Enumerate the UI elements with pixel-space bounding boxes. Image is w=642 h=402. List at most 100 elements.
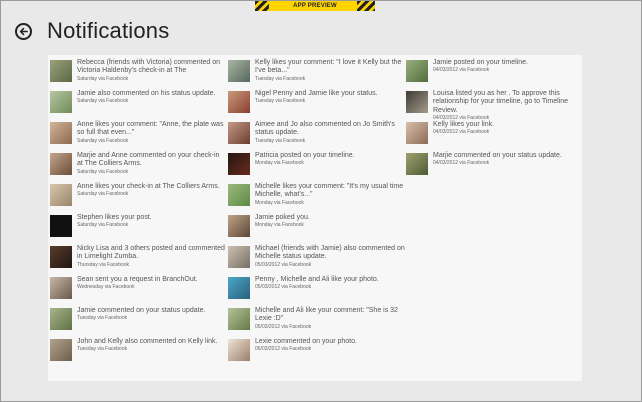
notification-text: Kelly likes your link. 04/03/2012 via Fac…	[433, 121, 583, 135]
notification-timestamp: Saturday via Facebook	[77, 98, 129, 105]
notifications-panel: Rebecca (friends with Victoria) commente…	[48, 55, 582, 381]
avatar[interactable]	[50, 277, 72, 299]
notification-item[interactable]: Nigel Penny and Jamie like your status. T…	[228, 90, 400, 121]
back-button[interactable]	[15, 23, 32, 40]
notification-item[interactable]: Kelly likes your link. 04/03/2012 via Fac…	[406, 121, 578, 152]
notification-timestamp: Tuesday via Facebook	[255, 137, 306, 144]
notification-item[interactable]: Lexie commented on your photo. 05/03/2012…	[228, 338, 400, 369]
notification-item[interactable]: Marjie and Anne commented on your check-…	[50, 152, 222, 183]
avatar[interactable]	[228, 153, 250, 175]
notification-message: Aimee and Jo also commented on Jo Smith'…	[255, 121, 395, 137]
notification-item[interactable]: Jamie also commented on his status updat…	[50, 90, 222, 121]
notification-text: Jamie poked you. Monday via Facebook	[255, 214, 405, 228]
notification-message: Rebecca (friends with Victoria) commente…	[77, 59, 221, 75]
notification-timestamp: Saturday via Facebook	[77, 222, 129, 229]
notification-timestamp: Wednesday via Facebook	[77, 284, 135, 291]
notification-message: Anne likes your check-in at The Colliers…	[77, 183, 220, 190]
notification-item[interactable]: Marjie commented on your status update. 0…	[406, 152, 578, 183]
notification-text: Jamie commented on your status update. Tu…	[77, 307, 227, 321]
avatar[interactable]	[50, 122, 72, 144]
avatar[interactable]	[228, 184, 250, 206]
notification-item[interactable]: Michelle likes your comment: "It's my us…	[228, 183, 403, 214]
avatar[interactable]	[406, 122, 428, 144]
notification-timestamp: 04/03/2012 via Facebook	[433, 160, 490, 167]
avatar[interactable]	[50, 91, 72, 113]
notification-timestamp: Monday via Facebook	[255, 199, 304, 206]
notification-item[interactable]: Michelle and Ali like your comment: "She…	[228, 307, 400, 338]
notification-timestamp: 04/03/2012 via Facebook	[433, 129, 490, 136]
notification-item[interactable]: Michael (friends with Jamie) also commen…	[228, 245, 405, 276]
notification-message: Michael (friends with Jamie) also commen…	[255, 245, 405, 261]
avatar[interactable]	[50, 60, 72, 82]
notification-text: Marjie and Anne commented on your check-…	[77, 152, 227, 175]
notification-timestamp: Saturday via Facebook	[77, 75, 129, 82]
notification-message: Nigel Penny and Jamie like your status.	[255, 90, 378, 97]
notification-message: Lexie commented on your photo.	[255, 338, 357, 345]
avatar[interactable]	[228, 122, 250, 144]
notification-text: Rebecca (friends with Victoria) commente…	[77, 59, 227, 82]
avatar[interactable]	[406, 153, 428, 175]
notification-message: Sean sent you a request in BranchOut.	[77, 276, 198, 283]
notification-item[interactable]: Jamie posted on your timeline. 04/03/2012…	[406, 59, 578, 90]
notification-message: Kelly likes your link.	[433, 121, 495, 128]
avatar[interactable]	[228, 246, 250, 268]
notification-item[interactable]: Nicky Lisa and 3 others posted and comme…	[50, 245, 225, 276]
notification-text: Jamie also commented on his status updat…	[77, 90, 227, 104]
avatar[interactable]	[406, 91, 428, 113]
avatar[interactable]	[50, 184, 72, 206]
avatar[interactable]	[406, 60, 428, 82]
avatar[interactable]	[50, 153, 72, 175]
notification-item[interactable]: Stephen likes your post. Saturday via Fac…	[50, 214, 222, 245]
notification-timestamp: 05/03/2012 via Facebook	[255, 346, 312, 353]
notification-message: Michelle and Ali like your comment: "She…	[255, 307, 398, 323]
app-preview-banner: APP PREVIEW	[255, 1, 375, 11]
notification-text: Lexie commented on your photo. 05/03/2012…	[255, 338, 405, 352]
notification-timestamp: Monday via Facebook	[255, 160, 304, 167]
notification-message: Stephen likes your post.	[77, 214, 152, 221]
notification-timestamp: Monday via Facebook	[255, 222, 304, 229]
notification-item[interactable]: Jamie poked you. Monday via Facebook	[228, 214, 400, 245]
notification-item[interactable]: Louisa listed you as her . To approve th…	[406, 90, 578, 121]
notification-item[interactable]: John and Kelly also commented on Kelly l…	[50, 338, 222, 369]
notification-text: Anne likes your check-in at The Colliers…	[77, 183, 227, 197]
notification-item[interactable]: Anne likes your comment: "Anne, the plat…	[50, 121, 223, 152]
notification-message: Jamie also commented on his status updat…	[77, 90, 216, 97]
notification-text: Marjie commented on your status update. 0…	[433, 152, 583, 166]
avatar[interactable]	[228, 277, 250, 299]
notification-message: Jamie commented on your status update.	[77, 307, 206, 314]
notification-message: Kelly likes your comment: "I love it Kel…	[255, 59, 402, 75]
avatar[interactable]	[50, 308, 72, 330]
notification-message: Louisa listed you as her . To approve th…	[433, 90, 569, 114]
notification-message: Marjie commented on your status update.	[433, 152, 562, 159]
avatar[interactable]	[50, 339, 72, 361]
avatar[interactable]	[228, 215, 250, 237]
notification-text: Michelle likes your comment: "It's my us…	[255, 183, 405, 206]
notification-item[interactable]: Anne likes your check-in at The Colliers…	[50, 183, 222, 214]
notification-item[interactable]: Penny , Michelle and Ali like your photo…	[228, 276, 400, 307]
notification-text: Penny , Michelle and Ali like your photo…	[255, 276, 405, 290]
notification-text: Michael (friends with Jamie) also commen…	[255, 245, 405, 268]
notification-item[interactable]: Sean sent you a request in BranchOut. Wed…	[50, 276, 222, 307]
banner-stripes-right	[357, 1, 375, 11]
notification-item[interactable]: Jamie commented on your status update. Tu…	[50, 307, 222, 338]
avatar[interactable]	[228, 91, 250, 113]
avatar[interactable]	[228, 308, 250, 330]
notification-item[interactable]: Rebecca (friends with Victoria) commente…	[50, 59, 222, 90]
avatar[interactable]	[50, 215, 72, 237]
notification-timestamp: 05/03/2012 via Facebook	[255, 261, 312, 268]
notification-message: Nicky Lisa and 3 others posted and comme…	[77, 245, 225, 261]
avatar[interactable]	[50, 246, 72, 268]
notification-timestamp: Tuesday via Facebook	[77, 315, 128, 322]
app-preview-label: APP PREVIEW	[269, 1, 361, 11]
notification-message: Michelle likes your comment: "It's my us…	[255, 183, 404, 199]
avatar[interactable]	[228, 339, 250, 361]
avatar[interactable]	[228, 60, 250, 82]
notification-item[interactable]: Patricia posted on your timeline. Monday …	[228, 152, 400, 183]
notification-text: John and Kelly also commented on Kelly l…	[77, 338, 227, 352]
notification-message: Anne likes your comment: "Anne, the plat…	[77, 121, 224, 137]
notification-item[interactable]: Aimee and Jo also commented on Jo Smith'…	[228, 121, 400, 152]
notification-text: Anne likes your comment: "Anne, the plat…	[77, 121, 227, 144]
notification-item[interactable]: Kelly likes your comment: "I love it Kel…	[228, 59, 402, 90]
notification-message: Patricia posted on your timeline.	[255, 152, 355, 159]
notification-timestamp: Saturday via Facebook	[77, 137, 129, 144]
